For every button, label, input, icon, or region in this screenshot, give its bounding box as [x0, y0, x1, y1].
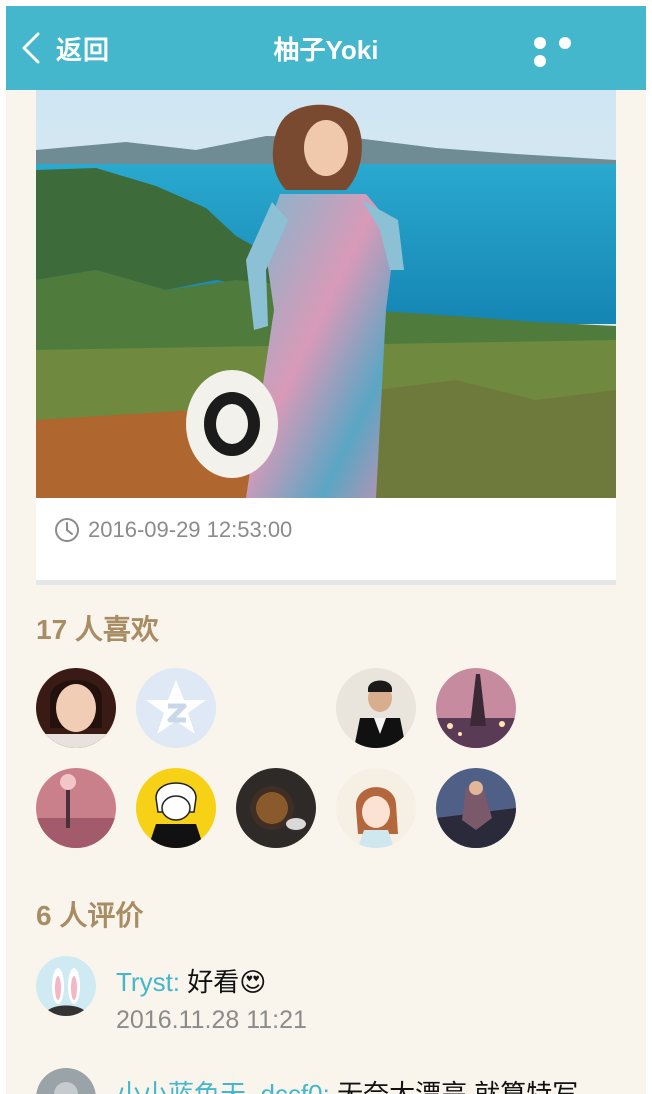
liker-avatar[interactable]: [136, 668, 216, 748]
avatar-image: [36, 1068, 96, 1094]
avatar-image: [36, 668, 116, 748]
comment-username[interactable]: Tryst:: [116, 967, 180, 997]
commenter-avatar[interactable]: [36, 1068, 96, 1094]
liker-avatar[interactable]: [236, 768, 316, 848]
more-dot-icon: [534, 55, 546, 67]
comment-line: 小小蓝色天_dccf0: 无奈太漂亮,就算特写: [116, 1074, 578, 1094]
clock-icon: [55, 518, 79, 542]
bunny-avatar-image: [36, 956, 96, 1016]
more-dot-icon: [559, 37, 571, 49]
comment-text: 好看😍: [187, 967, 267, 997]
liker-avatar[interactable]: [136, 768, 216, 848]
app-frame: 返回 柚子Yoki 2016-09-29 12:53:00 17 人喜欢 6 人…: [6, 6, 646, 1094]
liker-avatar[interactable]: [36, 768, 116, 848]
comment-line: Tryst: 好看😍: [116, 962, 266, 999]
comments-title: 6 人评价: [36, 900, 144, 931]
avatar-image: [136, 768, 216, 848]
liker-avatar[interactable]: [436, 768, 516, 848]
post-photo[interactable]: [36, 90, 616, 498]
comment-username[interactable]: 小小蓝色天_dccf0:: [116, 1079, 330, 1094]
commenter-avatar[interactable]: [36, 956, 96, 1016]
avatar-image: [436, 668, 516, 748]
post-card: 2016-09-29 12:53:00: [36, 90, 616, 585]
comment-time: 2016.11.28 11:21: [116, 1006, 307, 1034]
likes-title: 17 人喜欢: [36, 614, 159, 645]
post-timestamp-row: 2016-09-29 12:53:00: [54, 516, 292, 544]
liker-avatar[interactable]: [36, 668, 116, 748]
avatar-image: [436, 768, 516, 848]
more-button[interactable]: [534, 36, 604, 67]
avatar-image: [36, 768, 116, 848]
post-timestamp: 2016-09-29 12:53:00: [88, 517, 293, 542]
comment-item: Tryst: 好看😍 2016.11.28 11:21: [36, 956, 646, 1046]
avatar-image: [236, 768, 316, 848]
comment-item: 小小蓝色天_dccf0: 无奈太漂亮,就算特写: [36, 1068, 646, 1094]
liker-avatar[interactable]: [436, 668, 516, 748]
nav-bar: 返回 柚子Yoki: [6, 6, 646, 90]
more-dot-icon: [534, 37, 546, 49]
avatar-image: [336, 768, 416, 848]
avatar-image: [336, 668, 416, 748]
liker-avatar[interactable]: [336, 768, 416, 848]
liker-avatar[interactable]: [336, 668, 416, 748]
qzone-avatar-icon: [136, 668, 216, 748]
comment-text: 无奈太漂亮,就算特写: [337, 1079, 579, 1094]
